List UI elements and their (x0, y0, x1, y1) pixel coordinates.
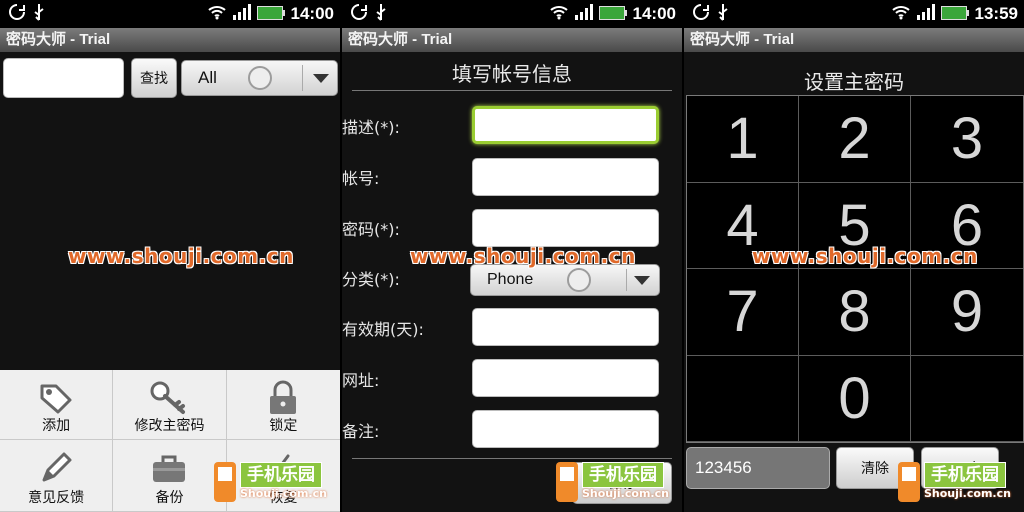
account-label: 帐号: (342, 169, 380, 188)
clock: 13:59 (974, 4, 1018, 23)
list-content: 查找 All 添加 修改主密码 锁定 意见反馈 备份 恢复 (0, 52, 340, 512)
watermark-text: www.shouji.com.cn (752, 244, 978, 268)
menu-item-feedback[interactable]: 意见反馈 (0, 440, 114, 512)
divider (352, 90, 672, 91)
key-blank-right (911, 356, 1023, 442)
signal-icon (574, 4, 593, 24)
menu-item-add[interactable]: 添加 (0, 370, 114, 440)
validity-days-field[interactable] (472, 308, 659, 346)
key-0[interactable]: 0 (799, 355, 911, 442)
password-field[interactable] (472, 209, 659, 247)
notes-field[interactable] (472, 410, 659, 448)
battery-icon (256, 5, 285, 24)
search-screen: 14:00 密码大师 - Trial 查找 All 添加 修改主密码 锁定 意见… (0, 0, 340, 512)
chevron-down-icon (634, 276, 650, 285)
password-label: 密码(*): (342, 220, 400, 239)
account-field[interactable] (472, 158, 659, 196)
page-title: 填写帐号信息 (452, 62, 572, 86)
category-filter-value: All (198, 68, 217, 87)
app-title-bar: 密码大师 - Trial (342, 28, 682, 52)
tag-icon (40, 384, 72, 414)
key-1[interactable]: 1 (687, 96, 799, 183)
key-9[interactable]: 9 (911, 269, 1023, 356)
key-icon (150, 381, 186, 414)
site-logo: 手机乐园 Shouji.com.cn (556, 462, 681, 504)
watermark-text: www.shouji.com.cn (68, 244, 294, 268)
menu-item-backup[interactable]: 备份 (113, 440, 227, 512)
status-bar: 14:00 (342, 0, 682, 28)
site-logo: 手机乐园 Shouji.com.cn (898, 462, 1023, 504)
menu-item-label: 备份 (155, 490, 184, 506)
key-7[interactable]: 7 (687, 269, 799, 356)
notes-label: 备注: (342, 422, 380, 441)
site-logo: 手机乐园 Shouji.com.cn (214, 462, 339, 504)
status-bar: 14:00 (0, 0, 340, 28)
key-3[interactable]: 3 (911, 96, 1023, 183)
key-2[interactable]: 2 (799, 96, 911, 183)
usb-icon (374, 3, 388, 25)
usb-icon (716, 3, 730, 25)
category-filter-select[interactable]: All (181, 60, 338, 96)
divider (352, 458, 672, 459)
spinner-knob-icon (567, 268, 591, 292)
url-label: 网址: (342, 371, 380, 390)
spinner-knob-icon (248, 66, 272, 90)
search-button[interactable]: 查找 (131, 58, 177, 98)
wifi-icon (891, 4, 911, 24)
usb-icon (32, 3, 46, 25)
category-value: Phone (487, 271, 534, 288)
phone-icon (556, 462, 578, 502)
signal-icon (232, 4, 251, 24)
sync-icon (8, 3, 26, 25)
phone-icon (898, 462, 920, 502)
menu-item-label: 添加 (42, 418, 71, 434)
description-label: 描述(*): (342, 118, 400, 137)
lock-icon (270, 380, 297, 414)
menu-item-label: 锁定 (269, 418, 298, 434)
form-content: 填写帐号信息 描述(*): 帐号: 密码(*): 分类(*): Phone 有效… (342, 52, 682, 512)
pin-content: 设置主密码 1 2 3 4 5 6 7 8 9 0 123456 清除 下一步 (684, 52, 1024, 512)
pin-input[interactable]: 123456 (686, 447, 830, 489)
phone-icon (214, 462, 236, 502)
category-label: 分类(*): (342, 270, 400, 289)
category-select[interactable]: Phone (470, 264, 660, 296)
wifi-icon (549, 4, 569, 24)
sync-icon (692, 3, 710, 25)
battery-icon (598, 5, 627, 24)
app-title-bar: 密码大师 - Trial (684, 28, 1024, 52)
watermark-text: www.shouji.com.cn (410, 244, 636, 268)
toolbox-icon (153, 455, 186, 482)
master-password-screen: 13:59 密码大师 - Trial 设置主密码 1 2 3 4 5 6 7 8… (684, 0, 1024, 512)
chevron-down-icon (313, 74, 329, 83)
key-blank-left (687, 355, 799, 442)
wifi-icon (207, 4, 227, 24)
clock: 14:00 (290, 4, 334, 23)
validity-days-label: 有效期(天): (342, 320, 424, 339)
signal-icon (916, 4, 935, 24)
menu-item-label: 修改主密码 (134, 418, 205, 434)
url-field[interactable] (472, 359, 659, 397)
menu-item-lock[interactable]: 锁定 (226, 370, 340, 440)
sync-icon (350, 3, 368, 25)
menu-item-label: 意见反馈 (28, 490, 85, 506)
battery-icon (940, 5, 969, 24)
menu-item-change-master-password[interactable]: 修改主密码 (113, 370, 227, 440)
pencil-icon (42, 452, 72, 482)
status-bar: 13:59 (684, 0, 1024, 28)
key-8[interactable]: 8 (799, 269, 911, 356)
account-form-screen: 14:00 密码大师 - Trial 填写帐号信息 描述(*): 帐号: 密码(… (342, 0, 682, 512)
numeric-keypad: 1 2 3 4 5 6 7 8 9 0 (686, 95, 1024, 443)
app-title-bar: 密码大师 - Trial (0, 28, 340, 52)
page-title: 设置主密码 (804, 70, 904, 94)
search-input[interactable] (3, 58, 124, 98)
description-field[interactable] (472, 106, 659, 144)
clock: 14:00 (632, 4, 676, 23)
